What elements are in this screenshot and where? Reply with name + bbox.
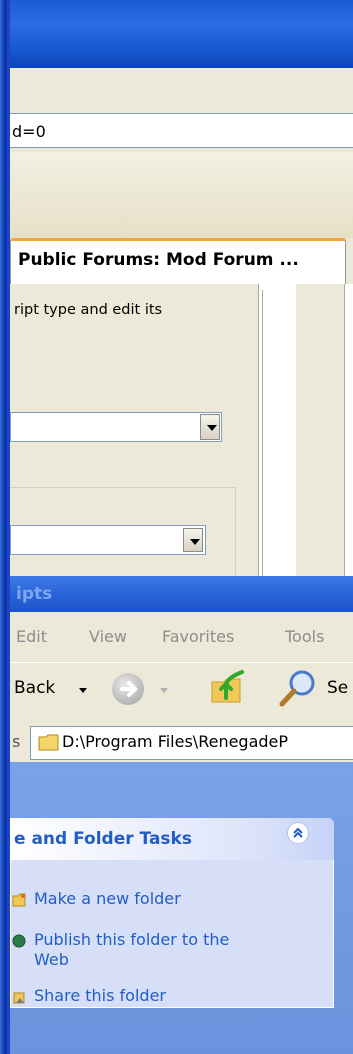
forward-button[interactable] [112, 673, 144, 705]
search-button[interactable] [278, 668, 318, 708]
up-folder-button[interactable] [210, 668, 244, 706]
panel-divider [326, 284, 345, 584]
menu-favorites[interactable]: Favorites [162, 627, 234, 646]
browser-address-input[interactable]: d=0 [10, 113, 353, 148]
share-folder-icon [12, 989, 26, 1005]
menu-edit[interactable]: Edit [16, 627, 47, 646]
chevron-down-icon [190, 539, 200, 545]
task-share-folder[interactable]: Share this folder [34, 986, 166, 1006]
address-label: s [12, 732, 21, 751]
script-type-select[interactable] [10, 412, 222, 442]
double-chevron-up-icon [293, 827, 303, 838]
browser-links-bar [10, 152, 353, 238]
list-box[interactable] [262, 290, 298, 584]
select-arrow-button[interactable] [200, 414, 220, 440]
search-label: Se [327, 678, 349, 698]
browser-menu-bar [10, 68, 353, 113]
tasks-panel-title: e and Folder Tasks [14, 829, 192, 849]
forward-dropdown-icon[interactable] [160, 688, 168, 693]
script-select[interactable] [10, 525, 206, 555]
folder-up-icon [211, 670, 244, 703]
explorer-title: ipts [16, 584, 53, 604]
publish-web-icon [12, 933, 26, 949]
collapse-button[interactable] [287, 822, 309, 844]
back-button[interactable]: Back [14, 678, 55, 698]
menu-tools[interactable]: Tools [285, 627, 324, 646]
chevron-down-icon [207, 425, 217, 431]
search-icon [279, 670, 315, 707]
panel-instructions: ript type and edit its [14, 302, 163, 318]
explorer-title-bar[interactable] [10, 576, 353, 612]
task-publish-folder[interactable]: Publish this folder to the Web [34, 930, 229, 970]
task-make-new-folder[interactable]: Make a new folder [34, 889, 181, 909]
select-arrow-button[interactable] [183, 528, 203, 552]
back-dropdown-icon[interactable] [79, 688, 87, 693]
menu-view[interactable]: View [89, 627, 127, 646]
panel-divider [296, 284, 327, 584]
browser-title-bar[interactable] [10, 0, 353, 68]
folder-icon [38, 734, 60, 751]
new-folder-icon [12, 892, 26, 908]
arrow-right-icon [120, 681, 138, 697]
tab-label: Public Forums: Mod Forum ... [18, 250, 299, 270]
explorer-address-text: D:\Program Files\RenegadeP [62, 732, 289, 751]
